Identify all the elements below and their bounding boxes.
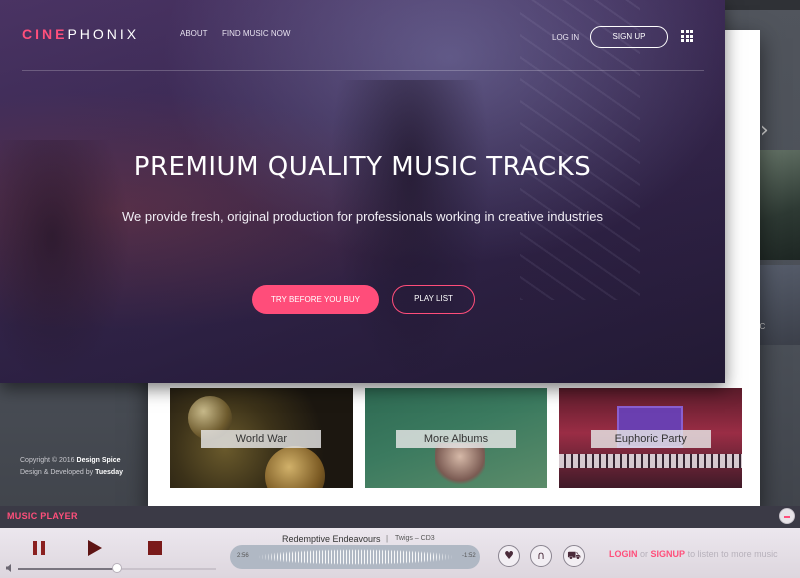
nav-about[interactable]: ABOUT [180,29,208,38]
waveform-scrubber[interactable] [230,545,480,569]
seek-progress [18,568,117,570]
play-list-button[interactable]: PLAY LIST [392,285,475,314]
signup-button[interactable]: SIGN UP [590,26,668,48]
cta-text: to listen to more music [687,549,778,559]
try-before-you-buy-button[interactable]: TRY BEFORE YOU BUY [252,285,379,314]
volume-icon[interactable] [6,564,12,572]
chevron-right-icon[interactable]: › [760,118,769,143]
credits-company[interactable]: Tuesday [95,469,123,476]
login-link-player[interactable]: LOGIN [609,549,638,559]
time-remaining: -1:52 [462,553,476,559]
seek-handle[interactable] [112,563,122,573]
album-tile-euphoric-party[interactable]: Euphoric Party [559,388,743,488]
login-link[interactable]: LOG IN [552,33,579,42]
tile-label: Euphoric Party [590,430,711,448]
track-title: Redemptive Endeavours [282,534,381,544]
nav-find-music[interactable]: FIND MUSIC NOW [222,29,290,38]
album-tiles: World War More Albums Euphoric Party [170,388,743,488]
heart-icon[interactable]: ♥ [498,545,520,567]
time-elapsed: 2:56 [237,553,249,559]
player-title: MUSIC PLAYER [7,511,78,521]
hero-section: CINEPHONIX ABOUT FIND MUSIC NOW LOG IN S… [0,0,725,383]
hero-title: PREMIUM QUALITY MUSIC TRACKS [133,152,592,182]
album-tile-world-war[interactable]: World War [170,388,353,488]
track-album: Twigs – CD3 [395,535,435,542]
hero-overlay [0,0,725,383]
logo[interactable]: CINEPHONIX [22,26,139,42]
grid-menu-icon[interactable] [681,30,693,42]
copyright: Copyright © 2016 Design Spice Design & D… [20,455,123,479]
tile-label: World War [201,430,322,448]
copyright-prefix: Copyright © 2016 [20,457,77,464]
headphones-icon[interactable]: ∩ [530,545,552,567]
login-signup-prompt: LOGIN or SIGNUP to listen to more music [609,549,778,559]
cart-icon[interactable]: ⛟ [563,545,585,567]
album-tile-more-albums[interactable]: More Albums [364,388,548,488]
pause-button[interactable] [31,539,49,557]
signup-link-player[interactable]: SIGNUP [651,549,686,559]
nav-divider [22,70,704,71]
hero-subtitle: We provide fresh, original production fo… [122,209,603,224]
copyright-company[interactable]: Design Spice [77,457,121,464]
stop-button[interactable] [148,541,162,555]
minimize-icon[interactable] [779,508,795,524]
credits-prefix: Design & Developed by [20,469,96,476]
cta-or: or [640,549,649,559]
track-separator: | [386,534,389,543]
background-topbar [725,0,800,10]
player-header [0,506,800,528]
play-button[interactable] [88,540,102,556]
waveform [256,549,456,565]
tile-label: More Albums [396,430,516,448]
